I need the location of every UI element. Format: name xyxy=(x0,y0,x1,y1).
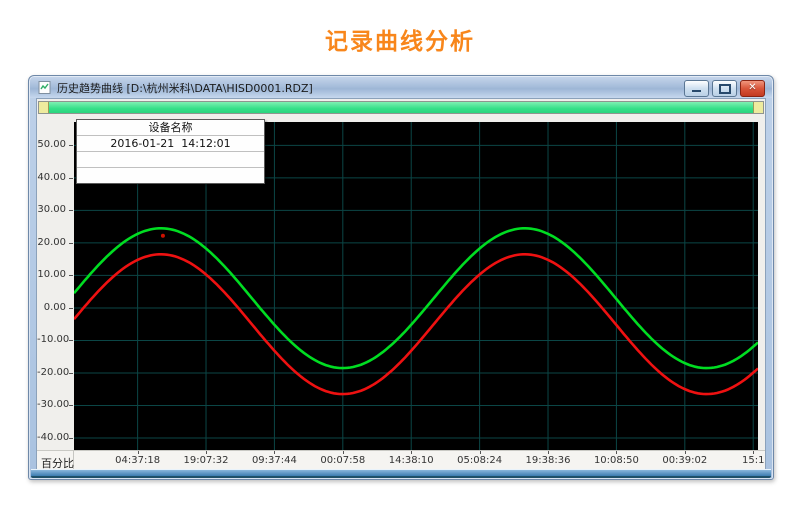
x-tick-label: 15:1 xyxy=(721,455,766,466)
x-tick-label: 10:08:50 xyxy=(584,455,648,466)
window-controls: ✕ xyxy=(684,80,765,97)
y-tick-mark xyxy=(69,145,73,146)
y-tick-mark xyxy=(69,210,73,211)
close-icon: ✕ xyxy=(741,81,764,95)
y-tick-label: -30.00 xyxy=(37,399,66,410)
x-tick-label: 19:38:36 xyxy=(516,455,580,466)
y-tick-mark xyxy=(69,340,73,341)
scrollbar-thumb[interactable] xyxy=(49,102,753,113)
x-tick-mark xyxy=(753,451,754,454)
legend-entry-channel02: 02 通道02: 0.00 mA xyxy=(77,167,264,183)
x-tick-label: 04:37:18 xyxy=(106,455,170,466)
page-title: 记录曲线分析 xyxy=(0,22,800,56)
y-tick-mark xyxy=(69,438,73,439)
y-tick-label: 0.00 xyxy=(37,302,66,313)
x-tick-label: 00:39:02 xyxy=(653,455,717,466)
legend-header: 设备名称 xyxy=(77,120,264,135)
document-chart-icon xyxy=(38,81,51,94)
y-tick-label: -20.00 xyxy=(37,367,66,378)
page: 记录曲线分析 历史趋势曲线 [D:\杭州米科\DATA\HISD0001.RDZ… xyxy=(0,0,800,510)
x-tick-label: 05:08:24 xyxy=(448,455,512,466)
legend-box[interactable]: 设备名称 2016-01-21 14:12:01 01 通道01: 0.00 m… xyxy=(76,119,265,184)
x-tick-label: 00:07:58 xyxy=(311,455,375,466)
maximize-button[interactable] xyxy=(712,80,737,97)
x-tick-mark xyxy=(480,451,481,454)
minimize-button[interactable] xyxy=(684,80,709,97)
x-tick-mark xyxy=(685,451,686,454)
y-tick-label: -10.00 xyxy=(37,334,66,345)
x-tick-mark xyxy=(343,451,344,454)
x-tick-mark xyxy=(411,451,412,454)
x-tick-mark xyxy=(138,451,139,454)
scrollbar-right-handle[interactable] xyxy=(753,102,763,113)
x-tick-mark xyxy=(616,451,617,454)
window-titlebar[interactable]: 历史趋势曲线 [D:\杭州米科\DATA\HISD0001.RDZ] ✕ xyxy=(30,77,772,98)
y-tick-mark xyxy=(69,275,73,276)
y-tick-label: 10.00 xyxy=(37,269,66,280)
legend-entry-channel01: 01 通道01: 0.00 mA xyxy=(77,151,264,167)
x-tick-mark xyxy=(206,451,207,454)
window-title: 历史趋势曲线 [D:\杭州米科\DATA\HISD0001.RDZ] xyxy=(57,80,313,96)
y-tick-mark xyxy=(69,373,73,374)
y-tick-label: 50.00 xyxy=(37,139,66,150)
time-range-scrollbar[interactable] xyxy=(38,101,764,114)
y-tick-mark xyxy=(69,243,73,244)
x-tick-mark xyxy=(274,451,275,454)
y-tick-mark xyxy=(69,405,73,406)
trend-window: 历史趋势曲线 [D:\杭州米科\DATA\HISD0001.RDZ] ✕ 百分比… xyxy=(28,75,774,480)
legend-timestamp: 2016-01-21 14:12:01 xyxy=(77,135,264,151)
scrollbar-left-handle[interactable] xyxy=(39,102,49,113)
x-tick-label: 09:37:44 xyxy=(242,455,306,466)
maximize-icon xyxy=(719,84,731,94)
cursor-marker-dot xyxy=(161,234,165,238)
x-tick-label: 19:07:32 xyxy=(174,455,238,466)
y-tick-label: 30.00 xyxy=(37,204,66,215)
close-button[interactable]: ✕ xyxy=(740,80,765,97)
x-tick-label: 14:38:10 xyxy=(379,455,443,466)
y-tick-mark xyxy=(69,308,73,309)
window-bottom-frame xyxy=(31,469,771,478)
x-tick-mark xyxy=(548,451,549,454)
y-tick-mark xyxy=(69,178,73,179)
y-tick-label: -40.00 xyxy=(37,432,66,443)
chart-client-area: 百分比 50.0040.0030.0020.0010.000.00-10.00-… xyxy=(36,98,766,473)
y-tick-label: 40.00 xyxy=(37,172,66,183)
y-tick-label: 20.00 xyxy=(37,237,66,248)
minimize-icon xyxy=(692,90,701,92)
